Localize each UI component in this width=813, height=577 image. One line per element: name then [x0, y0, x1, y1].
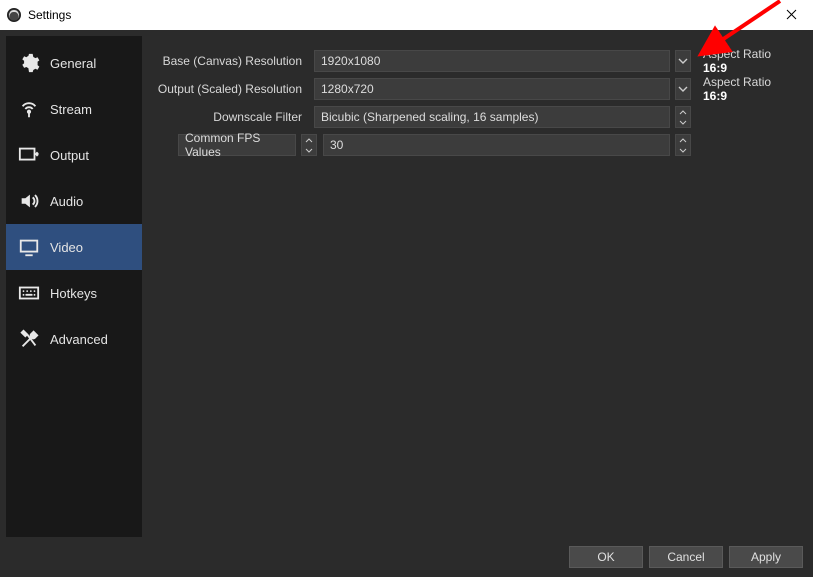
base-aspect-ratio: Aspect Ratio 16:9	[697, 47, 795, 75]
sidebar-item-output[interactable]: Output	[6, 132, 142, 178]
chevron-down-icon	[302, 145, 316, 155]
chevron-down-icon	[676, 145, 690, 155]
output-resolution-dropdown-button[interactable]	[675, 78, 691, 100]
titlebar: Settings	[0, 0, 813, 30]
obs-logo-icon	[6, 7, 22, 23]
fps-mode-spinner[interactable]	[301, 134, 317, 156]
fps-value: 30	[330, 138, 663, 152]
downscale-filter-combo[interactable]: Bicubic (Sharpened scaling, 16 samples)	[314, 106, 670, 128]
base-resolution-value: 1920x1080	[321, 54, 663, 68]
chevron-down-icon	[676, 117, 690, 127]
dialog-footer: OK Cancel Apply	[0, 543, 813, 577]
window-title: Settings	[28, 8, 71, 22]
output-aspect-ratio: Aspect Ratio 16:9	[697, 75, 795, 103]
sidebar-item-label: Output	[50, 148, 89, 163]
downscale-filter-spinner[interactable]	[675, 106, 691, 128]
gear-icon	[18, 52, 40, 74]
sidebar-item-video[interactable]: Video	[6, 224, 142, 270]
output-resolution-value: 1280x720	[321, 82, 663, 96]
output-resolution-label: Output (Scaled) Resolution	[142, 82, 308, 96]
sidebar-item-label: General	[50, 56, 96, 71]
close-button[interactable]	[769, 0, 813, 30]
antenna-icon	[18, 98, 40, 120]
ok-button[interactable]: OK	[569, 546, 643, 568]
video-settings-panel: Base (Canvas) Resolution 1920x1080 Aspec…	[142, 36, 807, 537]
fps-value-spinner[interactable]	[675, 134, 691, 156]
speaker-icon	[18, 190, 40, 212]
downscale-filter-label: Downscale Filter	[142, 110, 308, 124]
sidebar-item-audio[interactable]: Audio	[6, 178, 142, 224]
fps-mode-combo[interactable]: Common FPS Values	[178, 134, 296, 156]
tools-icon	[18, 328, 40, 350]
sidebar-item-label: Video	[50, 240, 83, 255]
base-resolution-label: Base (Canvas) Resolution	[142, 54, 308, 68]
monitor-icon	[18, 236, 40, 258]
sidebar-item-stream[interactable]: Stream	[6, 86, 142, 132]
keyboard-icon	[18, 282, 40, 304]
cancel-button[interactable]: Cancel	[649, 546, 723, 568]
chevron-up-icon	[302, 135, 316, 145]
sidebar-item-label: Audio	[50, 194, 83, 209]
chevron-up-icon	[676, 135, 690, 145]
chevron-up-icon	[676, 107, 690, 117]
sidebar-item-hotkeys[interactable]: Hotkeys	[6, 270, 142, 316]
base-resolution-dropdown-button[interactable]	[675, 50, 691, 72]
output-resolution-combo[interactable]: 1280x720	[314, 78, 670, 100]
fps-mode-label: Common FPS Values	[185, 131, 289, 159]
sidebar-item-label: Advanced	[50, 332, 108, 347]
apply-button[interactable]: Apply	[729, 546, 803, 568]
output-icon	[18, 144, 40, 166]
sidebar: General Stream Output	[6, 36, 142, 537]
downscale-filter-value: Bicubic (Sharpened scaling, 16 samples)	[321, 110, 663, 124]
base-resolution-combo[interactable]: 1920x1080	[314, 50, 670, 72]
sidebar-item-advanced[interactable]: Advanced	[6, 316, 142, 362]
fps-value-combo[interactable]: 30	[323, 134, 670, 156]
sidebar-item-label: Hotkeys	[50, 286, 97, 301]
sidebar-item-label: Stream	[50, 102, 92, 117]
sidebar-item-general[interactable]: General	[6, 40, 142, 86]
